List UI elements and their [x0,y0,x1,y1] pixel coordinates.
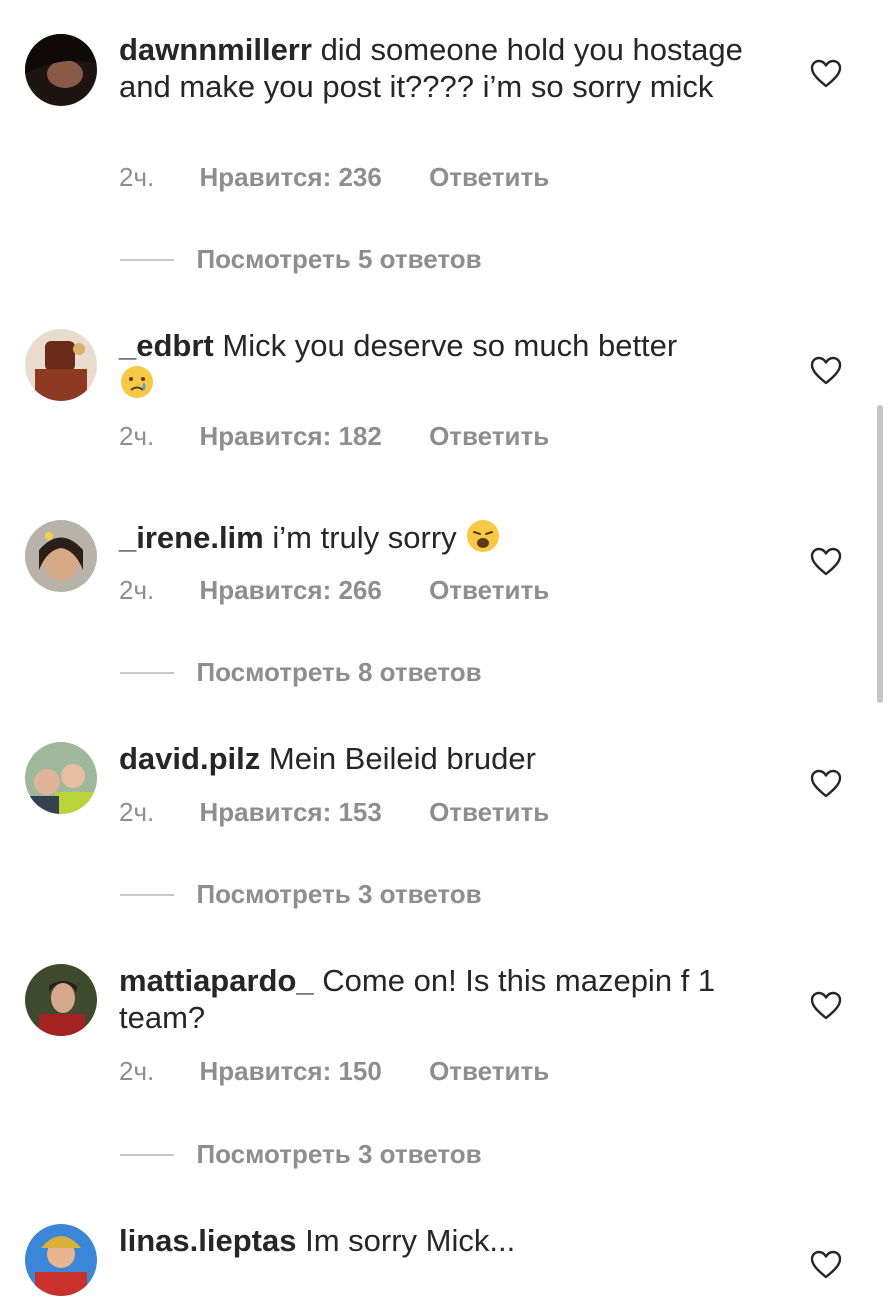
comment-meta: 2ч. Нравится: 182 Ответить [119,421,549,452]
reply-button[interactable]: Ответить [429,421,549,452]
scrollbar[interactable] [877,405,883,703]
comment-text: _edbrt Mick you deserve so much better [119,327,779,402]
comment-meta: 2ч. Нравится: 150 Ответить [119,1056,549,1087]
view-replies-label: Посмотреть 3 ответов [196,879,482,909]
comment-text: linas.lieptas Im sorry Mick... [119,1222,779,1259]
divider [120,1153,174,1156]
avatar[interactable] [25,329,97,401]
reply-button[interactable]: Ответить [429,797,549,828]
comment-username[interactable]: david.pilz [119,741,260,776]
view-replies-button[interactable]: Посмотреть 8 ответов [120,657,482,687]
comment-text: dawnnmillerr did someone hold you hostag… [119,31,779,105]
comment-text: _irene.lim i’m truly sorry [119,518,779,556]
comment-time: 2ч. [119,421,155,451]
avatar[interactable] [25,964,97,1036]
view-replies-button[interactable]: Посмотреть 3 ответов [120,879,482,909]
comment-username[interactable]: linas.lieptas [119,1223,296,1258]
comment-meta: 2ч. Нравится: 236 Ответить [119,162,549,193]
comment-meta: 2ч. Нравится: 266 Ответить [119,575,549,606]
comment-body: Mein Beileid bruder [268,741,536,776]
comment-text: mattiapardo_ Come on! Is this mazepin f … [119,962,779,1036]
like-heart-icon[interactable] [810,356,842,386]
comment-username[interactable]: _edbrt [119,328,214,363]
crying-face-emoji [119,364,155,400]
divider [120,258,174,261]
comment-time: 2ч. [119,1056,155,1086]
avatar[interactable] [25,520,97,592]
comment-time: 2ч. [119,575,155,605]
view-replies-button[interactable]: Посмотреть 5 ответов [120,244,482,274]
comment-body: i’m truly sorry [272,520,457,555]
comment-username[interactable]: dawnnmillerr [119,32,312,67]
like-heart-icon[interactable] [810,547,842,577]
avatar[interactable] [25,742,97,814]
comment-time: 2ч. [119,797,155,827]
reply-button[interactable]: Ответить [429,162,549,193]
reply-button[interactable]: Ответить [429,575,549,606]
view-replies-label: Посмотреть 5 ответов [196,244,482,274]
like-heart-icon[interactable] [810,1250,842,1280]
like-heart-icon[interactable] [810,769,842,799]
comment-body: Im sorry Mick... [305,1223,516,1258]
view-replies-label: Посмотреть 3 ответов [196,1139,482,1169]
view-replies-button[interactable]: Посмотреть 3 ответов [120,1139,482,1169]
weary-face-emoji [465,518,501,554]
divider [120,893,174,896]
comment-likes[interactable]: Нравится: 236 [199,162,381,193]
comment-likes[interactable]: Нравится: 153 [199,797,381,828]
comment-time: 2ч. [119,162,155,192]
comment-username[interactable]: mattiapardo_ [119,963,314,998]
comment-likes[interactable]: Нравится: 182 [199,421,381,452]
divider [120,671,174,674]
view-replies-label: Посмотреть 8 ответов [196,657,482,687]
comment-likes[interactable]: Нравится: 266 [199,575,381,606]
avatar[interactable] [25,1224,97,1296]
comment-text: david.pilz Mein Beileid bruder [119,740,779,777]
reply-button[interactable]: Ответить [429,1056,549,1087]
like-heart-icon[interactable] [810,59,842,89]
avatar[interactable] [25,34,97,106]
comment-meta: 2ч. Нравится: 153 Ответить [119,797,549,828]
like-heart-icon[interactable] [810,991,842,1021]
comment-username[interactable]: _irene.lim [119,520,264,555]
comment-body: Mick you deserve so much better [222,328,678,363]
comment-likes[interactable]: Нравится: 150 [199,1056,381,1087]
